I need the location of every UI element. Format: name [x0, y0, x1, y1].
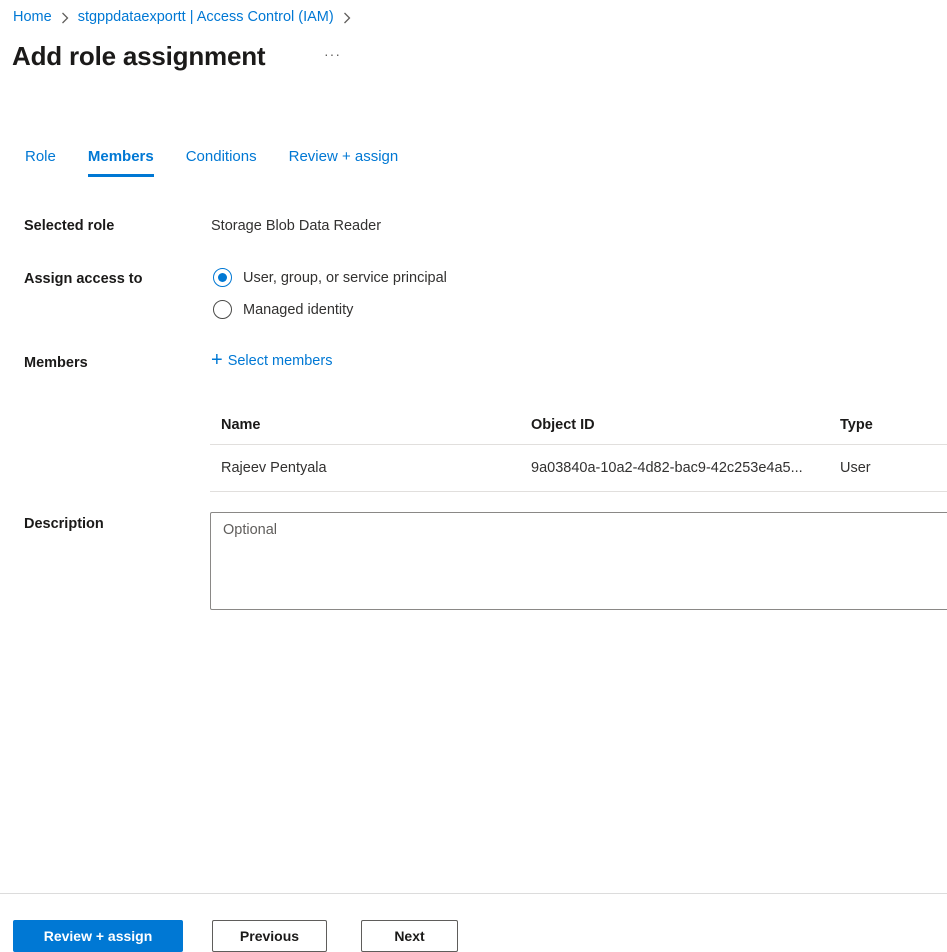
breadcrumb-resource-link[interactable]: stgppdataexportt | Access Control (IAM) — [78, 9, 334, 25]
members-table-header: Name Object ID Type — [210, 406, 947, 445]
radio-unselected-icon — [213, 300, 232, 319]
radio-managed-identity-label: Managed identity — [243, 302, 353, 318]
tab-role[interactable]: Role — [25, 148, 56, 177]
previous-button[interactable]: Previous — [212, 920, 327, 952]
radio-managed-identity[interactable]: Managed identity — [213, 300, 353, 319]
radio-user-group-service-principal[interactable]: User, group, or service principal — [213, 268, 447, 287]
member-type-cell: User — [840, 460, 947, 476]
more-options-icon[interactable]: ··· — [324, 46, 341, 62]
radio-user-group-service-principal-label: User, group, or service principal — [243, 270, 447, 286]
description-label: Description — [24, 516, 104, 532]
plus-icon: + — [211, 353, 223, 367]
chevron-right-icon — [61, 12, 69, 24]
tab-review-assign[interactable]: Review + assign — [289, 148, 399, 177]
selected-role-label: Selected role — [24, 218, 114, 234]
breadcrumb-home-link[interactable]: Home — [13, 9, 52, 25]
chevron-right-icon — [343, 12, 351, 24]
select-members-link-label: Select members — [228, 353, 333, 369]
description-input[interactable] — [210, 512, 947, 610]
tab-members[interactable]: Members — [88, 148, 154, 177]
select-members-link[interactable]: + Select members — [211, 353, 332, 369]
radio-selected-icon — [213, 268, 232, 287]
page-title: Add role assignment — [12, 41, 265, 72]
breadcrumb: Home stgppdataexportt | Access Control (… — [13, 9, 351, 25]
assign-access-to-label: Assign access to — [24, 271, 142, 287]
column-header-object-id[interactable]: Object ID — [531, 417, 840, 433]
selected-role-value: Storage Blob Data Reader — [211, 218, 381, 234]
member-name-cell: Rajeev Pentyala — [210, 460, 531, 476]
column-header-name[interactable]: Name — [210, 417, 531, 433]
table-row[interactable]: Rajeev Pentyala 9a03840a-10a2-4d82-bac9-… — [210, 445, 947, 492]
tab-conditions[interactable]: Conditions — [186, 148, 257, 177]
members-label: Members — [24, 355, 88, 371]
next-button[interactable]: Next — [361, 920, 458, 952]
members-table: Name Object ID Type Rajeev Pentyala 9a03… — [210, 406, 947, 492]
tab-bar: Role Members Conditions Review + assign — [25, 148, 398, 177]
review-assign-button[interactable]: Review + assign — [13, 920, 183, 952]
column-header-type[interactable]: Type — [840, 417, 947, 433]
member-object-id-cell: 9a03840a-10a2-4d82-bac9-42c253e4a5... — [531, 460, 840, 476]
footer-divider — [0, 893, 947, 894]
